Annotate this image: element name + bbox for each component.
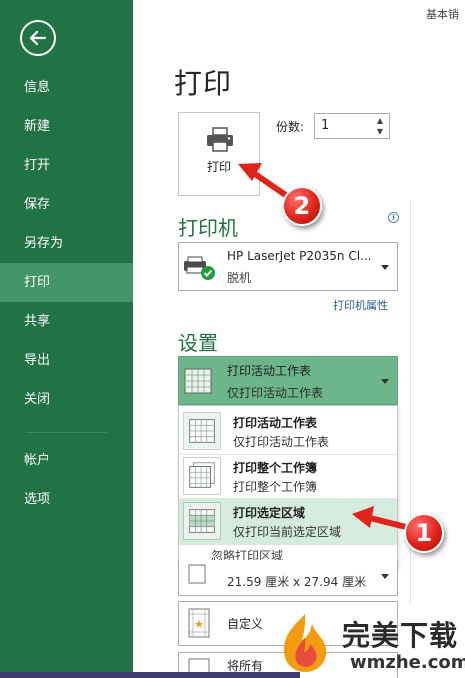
arrow-to-print-icon: [238, 163, 293, 201]
watermark: 完美下载 wmzhe.com: [272, 608, 465, 678]
watermark-url: wmzhe.com: [350, 652, 465, 673]
callout-arrows: [238, 163, 413, 531]
watermark-brand: 完美下载: [342, 619, 459, 652]
callout-badge-1: 1: [404, 513, 444, 553]
arrow-to-selection-icon: [352, 506, 413, 531]
callout-badge-2: 2: [282, 186, 322, 226]
flame-logo-icon: [284, 614, 327, 672]
